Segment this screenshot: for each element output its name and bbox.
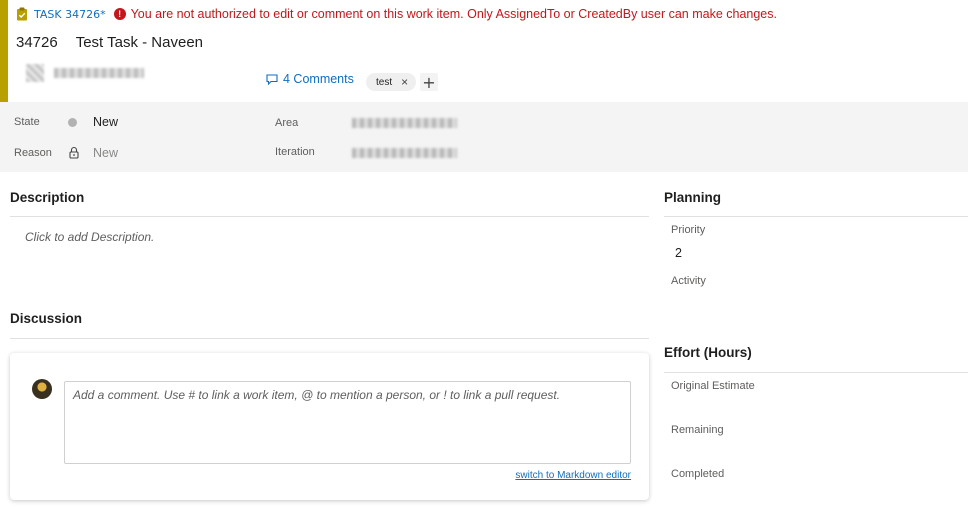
planning-divider xyxy=(664,216,968,217)
discussion-divider xyxy=(10,338,649,339)
description-editor[interactable]: Click to add Description. xyxy=(25,230,154,244)
add-tag-button[interactable]: + xyxy=(420,73,438,92)
task-clipboard-icon xyxy=(17,7,27,21)
assigned-to-field[interactable] xyxy=(26,64,144,82)
activity-label: Activity xyxy=(671,275,706,287)
current-user-avatar xyxy=(32,379,52,399)
reason-label: Reason xyxy=(14,147,52,159)
tag-test[interactable]: test × xyxy=(366,73,417,91)
assignee-avatar xyxy=(26,64,44,82)
iteration-label: Iteration xyxy=(275,146,315,158)
assignee-name-redacted xyxy=(54,68,144,78)
state-label: State xyxy=(14,116,40,128)
comment-input[interactable]: Add a comment. Use # to link a work item… xyxy=(64,381,631,464)
effort-divider xyxy=(664,372,968,373)
core-fields-band: State New Reason New Area Iteration xyxy=(0,102,968,172)
remove-tag-icon[interactable]: × xyxy=(401,75,408,89)
priority-label: Priority xyxy=(671,224,706,236)
description-divider xyxy=(10,216,649,217)
planning-heading: Planning xyxy=(664,190,721,205)
area-value-redacted[interactable] xyxy=(352,118,457,128)
comments-count-label: 4 Comments xyxy=(283,72,354,86)
comment-card: Add a comment. Use # to link a work item… xyxy=(10,353,649,500)
state-value[interactable]: New xyxy=(93,115,118,129)
tag-label: test xyxy=(376,76,393,88)
state-indicator-dot xyxy=(68,118,77,127)
original-estimate-label: Original Estimate xyxy=(671,380,755,392)
type-row: TASK 34726* ! You are not authorized to … xyxy=(16,5,777,23)
reason-value: New xyxy=(93,146,119,160)
area-label: Area xyxy=(275,117,299,129)
error-icon: ! xyxy=(113,8,126,20)
effort-heading: Effort (Hours) xyxy=(664,345,752,360)
work-item-header: TASK 34726* ! You are not authorized to … xyxy=(8,0,968,102)
iteration-value-redacted[interactable] xyxy=(352,148,457,158)
chat-icon xyxy=(266,73,278,85)
work-item-type-color-bar xyxy=(0,0,8,102)
switch-to-markdown-link[interactable]: switch to Markdown editor xyxy=(515,470,631,481)
discussion-heading: Discussion xyxy=(10,311,83,326)
work-item-title[interactable]: Test Task - Naveen xyxy=(76,34,203,51)
work-item-id: 34726 xyxy=(16,33,58,51)
priority-value[interactable]: 2 xyxy=(675,246,682,260)
completed-label: Completed xyxy=(671,468,725,480)
authorization-error-message: You are not authorized to edit or commen… xyxy=(130,7,777,21)
work-item-type-link[interactable]: TASK 34726* xyxy=(34,8,106,21)
lock-icon xyxy=(69,146,79,159)
title-row: 34726 Test Task - Naveen xyxy=(16,31,203,53)
remaining-label: Remaining xyxy=(671,424,724,436)
description-heading: Description xyxy=(10,190,85,205)
comments-link[interactable]: 4 Comments xyxy=(266,72,354,86)
